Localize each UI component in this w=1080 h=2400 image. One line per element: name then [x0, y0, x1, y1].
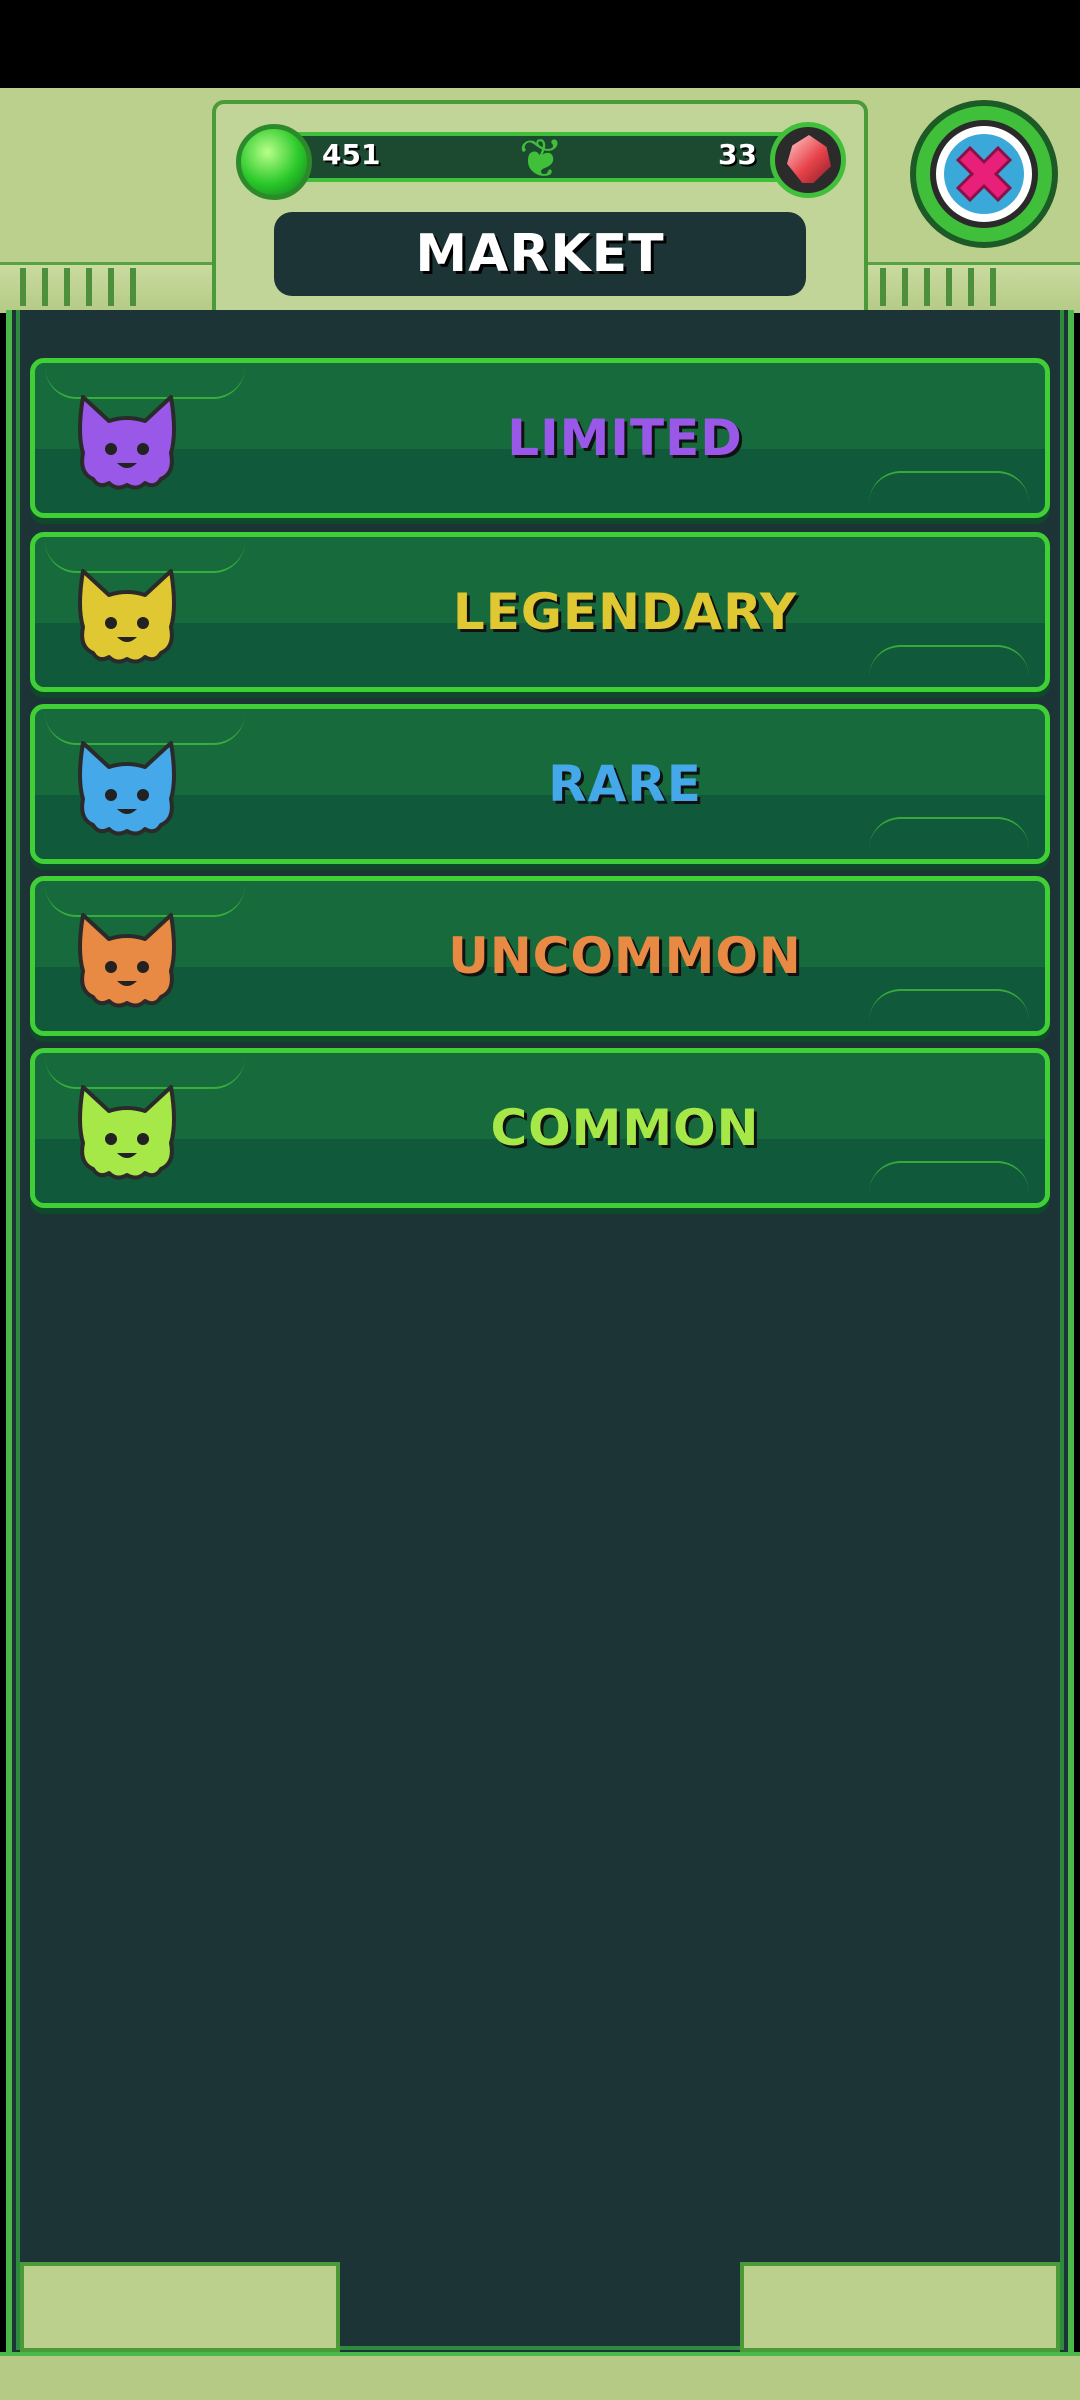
header-ornament-right	[880, 268, 1012, 306]
category-row-uncommon[interactable]: UNCOMMON	[30, 876, 1050, 1036]
cat-icon	[78, 913, 176, 1008]
page-title: MARKET	[415, 224, 665, 284]
cat-icon	[78, 1085, 176, 1180]
close-icon	[930, 120, 1038, 228]
category-row-rare[interactable]: RARE	[30, 704, 1050, 864]
cat-icon	[78, 395, 176, 490]
category-row-limited[interactable]: LIMITED	[30, 358, 1050, 518]
green-gem-count: 451	[322, 138, 381, 171]
category-label: UNCOMMON	[448, 927, 802, 985]
category-row-legendary[interactable]: LEGENDARY	[30, 532, 1050, 692]
red-crystal-icon	[770, 122, 846, 198]
red-crystal-count: 33	[718, 138, 757, 171]
bottom-ornament-left	[20, 2262, 340, 2352]
cat-icon	[78, 741, 176, 836]
category-row-common[interactable]: COMMON	[30, 1048, 1050, 1208]
category-label: LEGENDARY	[452, 583, 798, 641]
header-ornament-left	[20, 268, 152, 306]
cat-icon	[78, 569, 176, 664]
category-label: COMMON	[490, 1099, 760, 1157]
green-gem-icon	[236, 124, 312, 200]
bottom-ornament-right	[740, 2262, 1060, 2352]
bottom-strip	[0, 2352, 1080, 2400]
category-label: RARE	[548, 755, 702, 813]
vine-ornament-icon: ❦	[518, 127, 564, 190]
close-button[interactable]	[910, 100, 1058, 248]
category-label: LIMITED	[507, 409, 743, 467]
status-bar	[0, 0, 1080, 88]
